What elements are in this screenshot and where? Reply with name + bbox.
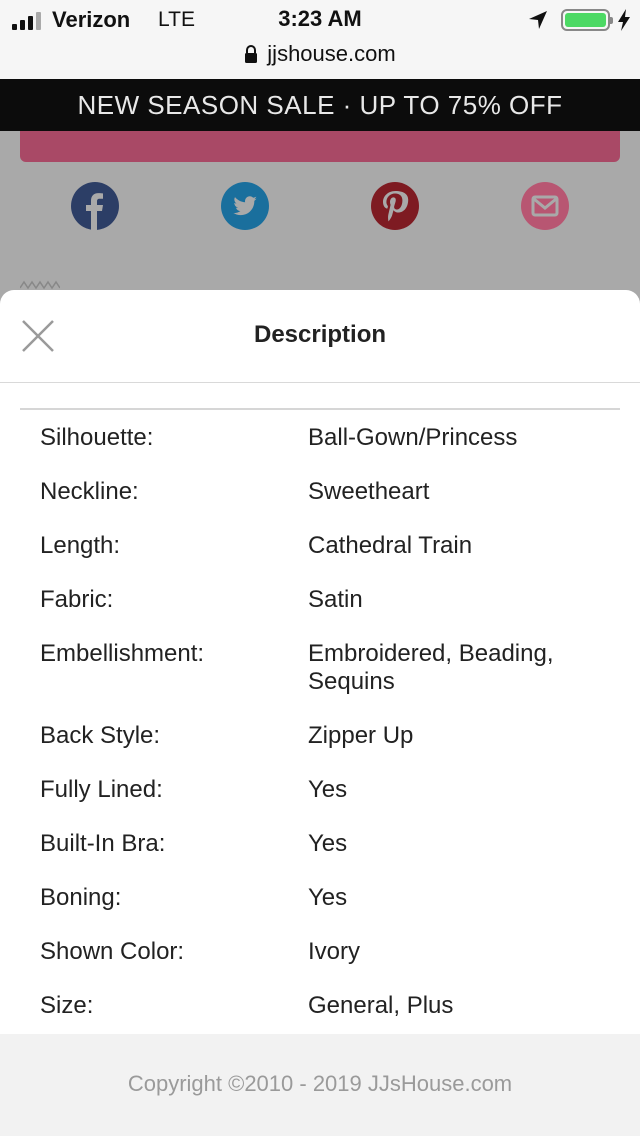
spec-label: Embellishment: — [40, 640, 205, 667]
description-sheet: Description Silhouette: Ball-Gown/Princes… — [0, 290, 640, 1136]
spec-row: Length: Cathedral Train — [40, 532, 600, 560]
spec-value: Yes — [308, 830, 348, 857]
status-bar: Verizon LTE 3:23 AM — [0, 0, 640, 40]
spec-label: Back Style: — [40, 722, 161, 749]
add-to-bag-button — [20, 131, 620, 162]
spec-value: Zipper Up — [308, 722, 414, 749]
spec-value: Satin — [308, 586, 363, 613]
lock-icon — [245, 45, 258, 63]
spec-label: Length: — [40, 532, 121, 559]
spec-row: Silhouette: Ball-Gown/Princess — [40, 424, 600, 452]
spec-row: Neckline: Sweetheart — [40, 478, 600, 506]
spec-label: Fully Lined: — [40, 776, 163, 803]
spec-label: Shown Color: — [40, 938, 185, 965]
spec-row: Fully Lined: Yes — [40, 776, 600, 804]
spec-value: Yes — [308, 884, 348, 911]
spec-label: Boning: — [40, 884, 122, 911]
sheet-title: Description — [253, 321, 387, 348]
location-arrow-icon — [529, 11, 547, 29]
spec-row: Fabric: Satin — [40, 586, 600, 614]
spec-value: General, Plus — [308, 992, 454, 1019]
spec-value: Yes — [308, 776, 348, 803]
spec-label: Size: — [40, 992, 94, 1019]
spec-value: Cathedral Train — [308, 532, 473, 559]
pinterest-icon — [371, 182, 419, 230]
battery-icon — [561, 9, 613, 31]
spec-row: Back Style: Zipper Up — [40, 722, 600, 750]
spec-row: Embellishment: Embroidered, Beading, Sequ… — [40, 640, 600, 696]
spec-label: Neckline: — [40, 478, 139, 505]
spec-value: Sweetheart — [308, 478, 430, 505]
spec-row: Built-In Bra: Yes — [40, 830, 600, 858]
spec-label: Fabric: — [40, 586, 114, 613]
spec-value: Embroidered, Beading, Sequins — [308, 640, 554, 695]
email-icon — [521, 182, 569, 230]
spec-value: Ball-Gown/Princess — [308, 424, 518, 451]
divider — [20, 408, 620, 410]
spec-row: Boning: Yes — [40, 884, 600, 912]
twitter-icon — [221, 182, 269, 230]
zigzag-divider-icon — [20, 280, 60, 290]
spec-row: Shown Color: Ivory — [40, 938, 600, 966]
copyright-text: Copyright ©2010 - 2019 JJsHouse.com — [127, 1071, 513, 1096]
spec-value: Ivory — [308, 938, 361, 965]
footer: Copyright ©2010 - 2019 JJsHouse.com — [0, 1034, 640, 1136]
spec-label: Built-In Bra: — [40, 830, 166, 857]
facebook-icon — [71, 182, 119, 230]
spec-label: Silhouette: — [40, 424, 154, 451]
sheet-header: Description — [0, 290, 640, 383]
charging-bolt-icon — [618, 9, 630, 31]
url-text[interactable]: jjshouse.com — [267, 41, 395, 67]
address-bar[interactable]: jjshouse.com — [0, 40, 640, 79]
spec-list: Silhouette: Ball-Gown/Princess Neckline: Sw… — [40, 424, 600, 1046]
spec-row: Size: General, Plus — [40, 992, 600, 1020]
promo-banner[interactable]: NEW SEASON SALE · UP TO 75% OFF — [0, 79, 640, 131]
